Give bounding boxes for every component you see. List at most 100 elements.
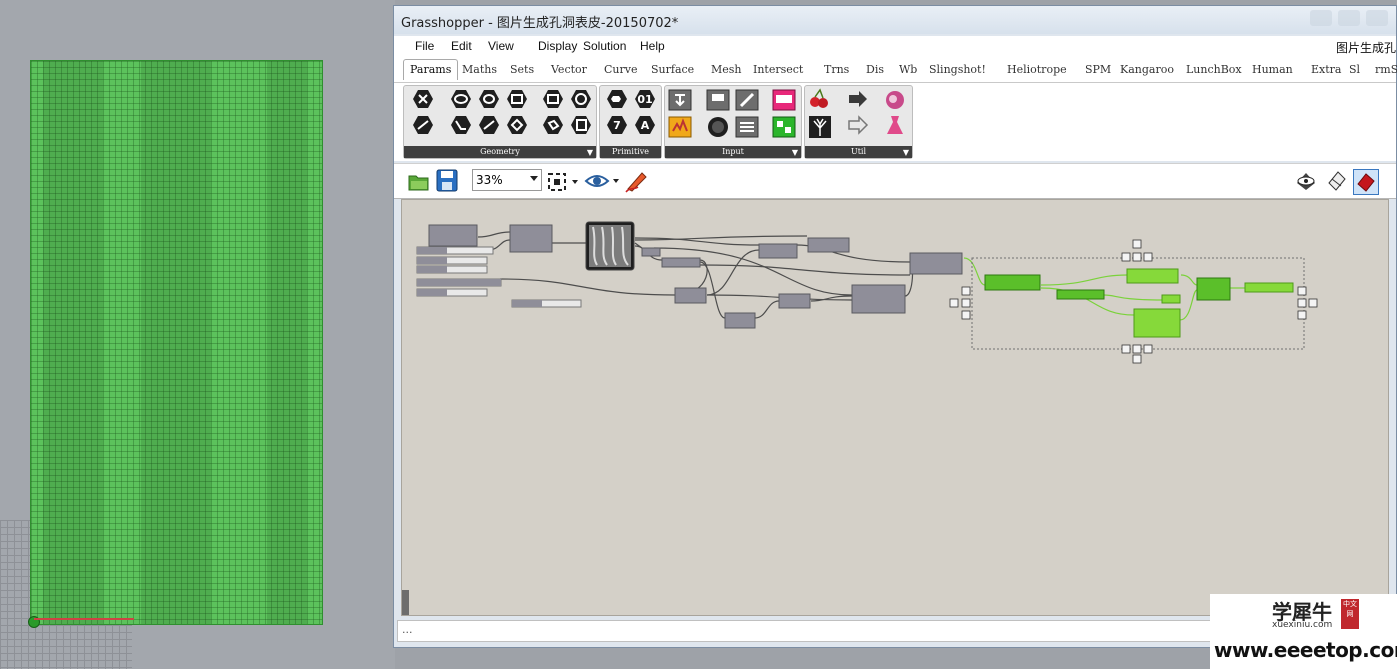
vertical-scrollbar[interactable] <box>402 590 409 615</box>
definition-graph[interactable] <box>402 200 1389 616</box>
input-group-label: Input <box>665 146 801 158</box>
tab-params[interactable]: Params <box>403 59 459 80</box>
menu-display[interactable]: Display <box>538 39 577 53</box>
tab-kangaroo[interactable]: Kangaroo <box>1120 63 1174 76</box>
tab-extra[interactable]: Extra <box>1311 63 1341 76</box>
selected-preview-icon[interactable] <box>1353 169 1379 195</box>
menu-view[interactable]: View <box>488 39 514 53</box>
tab-surface[interactable]: Surface <box>651 63 694 76</box>
gh-component <box>807 237 850 253</box>
zoom-extents-icon[interactable] <box>548 173 582 191</box>
gh-component <box>428 224 478 247</box>
gh-component <box>674 287 707 304</box>
open-icon[interactable] <box>408 170 430 192</box>
gh-component <box>724 312 756 329</box>
tab-sl[interactable]: Sl <box>1349 63 1360 76</box>
shaded-preview-icon[interactable] <box>1294 169 1318 193</box>
tab-intersect[interactable]: Intersect <box>753 63 803 76</box>
gh-component-selected <box>984 274 1041 291</box>
watermark-domain: xuexiniu.com <box>1272 620 1333 630</box>
svg-text:01: 01 <box>637 93 652 106</box>
preview-mode-icons[interactable] <box>1294 169 1384 195</box>
perforated-panel <box>28 60 323 628</box>
primitive-group-label: Primitive <box>600 146 661 158</box>
menu-solution[interactable]: Solution <box>583 39 626 53</box>
sketch-icon[interactable] <box>624 169 650 193</box>
x-axis-line <box>34 618 134 620</box>
gh-component <box>509 224 553 253</box>
close-button[interactable] <box>1366 10 1388 26</box>
primitive-icons[interactable]: 01 7 A <box>600 86 661 144</box>
gh-component <box>661 257 701 268</box>
component-ribbon: Geometry ▼ 01 7 A Primitive Input ▼ Util… <box>394 83 1396 161</box>
gh-component <box>851 284 906 314</box>
tab-sets[interactable]: Sets <box>510 63 534 76</box>
svg-text:7: 7 <box>613 119 621 132</box>
expand-arrow-icon[interactable]: ▼ <box>587 148 593 157</box>
tab-mesh[interactable]: Mesh <box>711 63 742 76</box>
status-text: ... <box>402 623 413 636</box>
gh-component-selected <box>1133 308 1181 338</box>
util-group-label: Util <box>805 146 912 158</box>
canvas-toolbar: 33% <box>394 163 1396 199</box>
input-group: Input ▼ <box>664 85 802 159</box>
tab-heliotrope[interactable]: Heliotrope <box>1007 63 1067 76</box>
watermark-seal: 中文网 <box>1341 599 1359 629</box>
util-icons[interactable] <box>805 86 912 144</box>
maximize-button[interactable] <box>1338 10 1360 26</box>
menu-help[interactable]: Help <box>640 39 665 53</box>
tab-spm[interactable]: SPM <box>1085 63 1111 76</box>
preview-eye-icon[interactable] <box>584 171 624 191</box>
document-name-label: 图片生成孔 <box>1335 41 1396 55</box>
gh-component <box>641 247 661 257</box>
menu-bar: File Edit View Display Solution Help 图片生… <box>394 36 1396 58</box>
window-controls <box>1310 10 1388 26</box>
geometry-group: Geometry ▼ <box>403 85 597 159</box>
tab-wb[interactable]: Wb <box>899 63 917 76</box>
window-title: Grasshopper - 图片生成孔洞表皮-20150702* <box>401 16 679 31</box>
tab-rmsc[interactable]: rmSc <box>1375 63 1397 76</box>
util-group: Util ▼ <box>804 85 913 159</box>
input-icons[interactable] <box>665 86 801 144</box>
watermark-url: www.eeeetop.com <box>1214 638 1397 662</box>
tab-lunchbox[interactable]: LunchBox <box>1186 63 1242 76</box>
tab-curve[interactable]: Curve <box>604 63 637 76</box>
gh-component-selected <box>1244 282 1294 293</box>
zoom-select[interactable]: 33% <box>472 169 542 191</box>
geometry-group-label: Geometry <box>404 146 596 158</box>
gh-component <box>758 243 798 259</box>
svg-text:A: A <box>641 119 650 132</box>
tab-vector[interactable]: Vector <box>551 63 587 76</box>
expand-arrow-icon[interactable]: ▼ <box>792 148 798 157</box>
title-bar[interactable]: Grasshopper - 图片生成孔洞表皮-20150702* <box>394 6 1396 34</box>
gh-component <box>778 293 811 309</box>
gh-component <box>909 252 963 275</box>
tab-trns[interactable]: Trns <box>824 63 849 76</box>
tab-human[interactable]: Human <box>1252 63 1293 76</box>
gh-component-selected <box>1126 268 1179 284</box>
save-icon[interactable] <box>436 169 458 193</box>
zoom-value: 33% <box>476 173 503 187</box>
panel-hole-band <box>267 61 307 624</box>
menu-edit[interactable]: Edit <box>451 39 472 53</box>
expand-arrow-icon[interactable]: ▼ <box>903 148 909 157</box>
grasshopper-window: Grasshopper - 图片生成孔洞表皮-20150702* File Ed… <box>393 5 1397 648</box>
gh-component-selected <box>1161 294 1181 304</box>
minimize-button[interactable] <box>1310 10 1332 26</box>
site-watermark: 学犀牛 中文网 xuexiniu.com www.eeeetop.com <box>1210 594 1397 669</box>
tab-slingshot[interactable]: Slingshot! <box>929 63 986 76</box>
gh-component-selected <box>1196 277 1231 301</box>
panel-hole-band <box>43 61 103 624</box>
tab-dis[interactable]: Dis <box>866 63 884 76</box>
panel-hole-band <box>141 61 211 624</box>
grasshopper-canvas[interactable] <box>401 199 1389 616</box>
gh-component-selected <box>1056 289 1105 300</box>
wireframe-preview-icon[interactable] <box>1324 169 1348 193</box>
tab-maths[interactable]: Maths <box>462 63 497 76</box>
rhino-viewport[interactable] <box>0 0 395 669</box>
geometry-icons[interactable] <box>404 86 596 144</box>
component-tabs: Params Maths Sets Vector Curve Surface M… <box>394 58 1397 83</box>
chevron-down-icon <box>530 176 538 181</box>
menu-file[interactable]: File <box>415 39 434 53</box>
primitive-group: 01 7 A Primitive <box>599 85 662 159</box>
